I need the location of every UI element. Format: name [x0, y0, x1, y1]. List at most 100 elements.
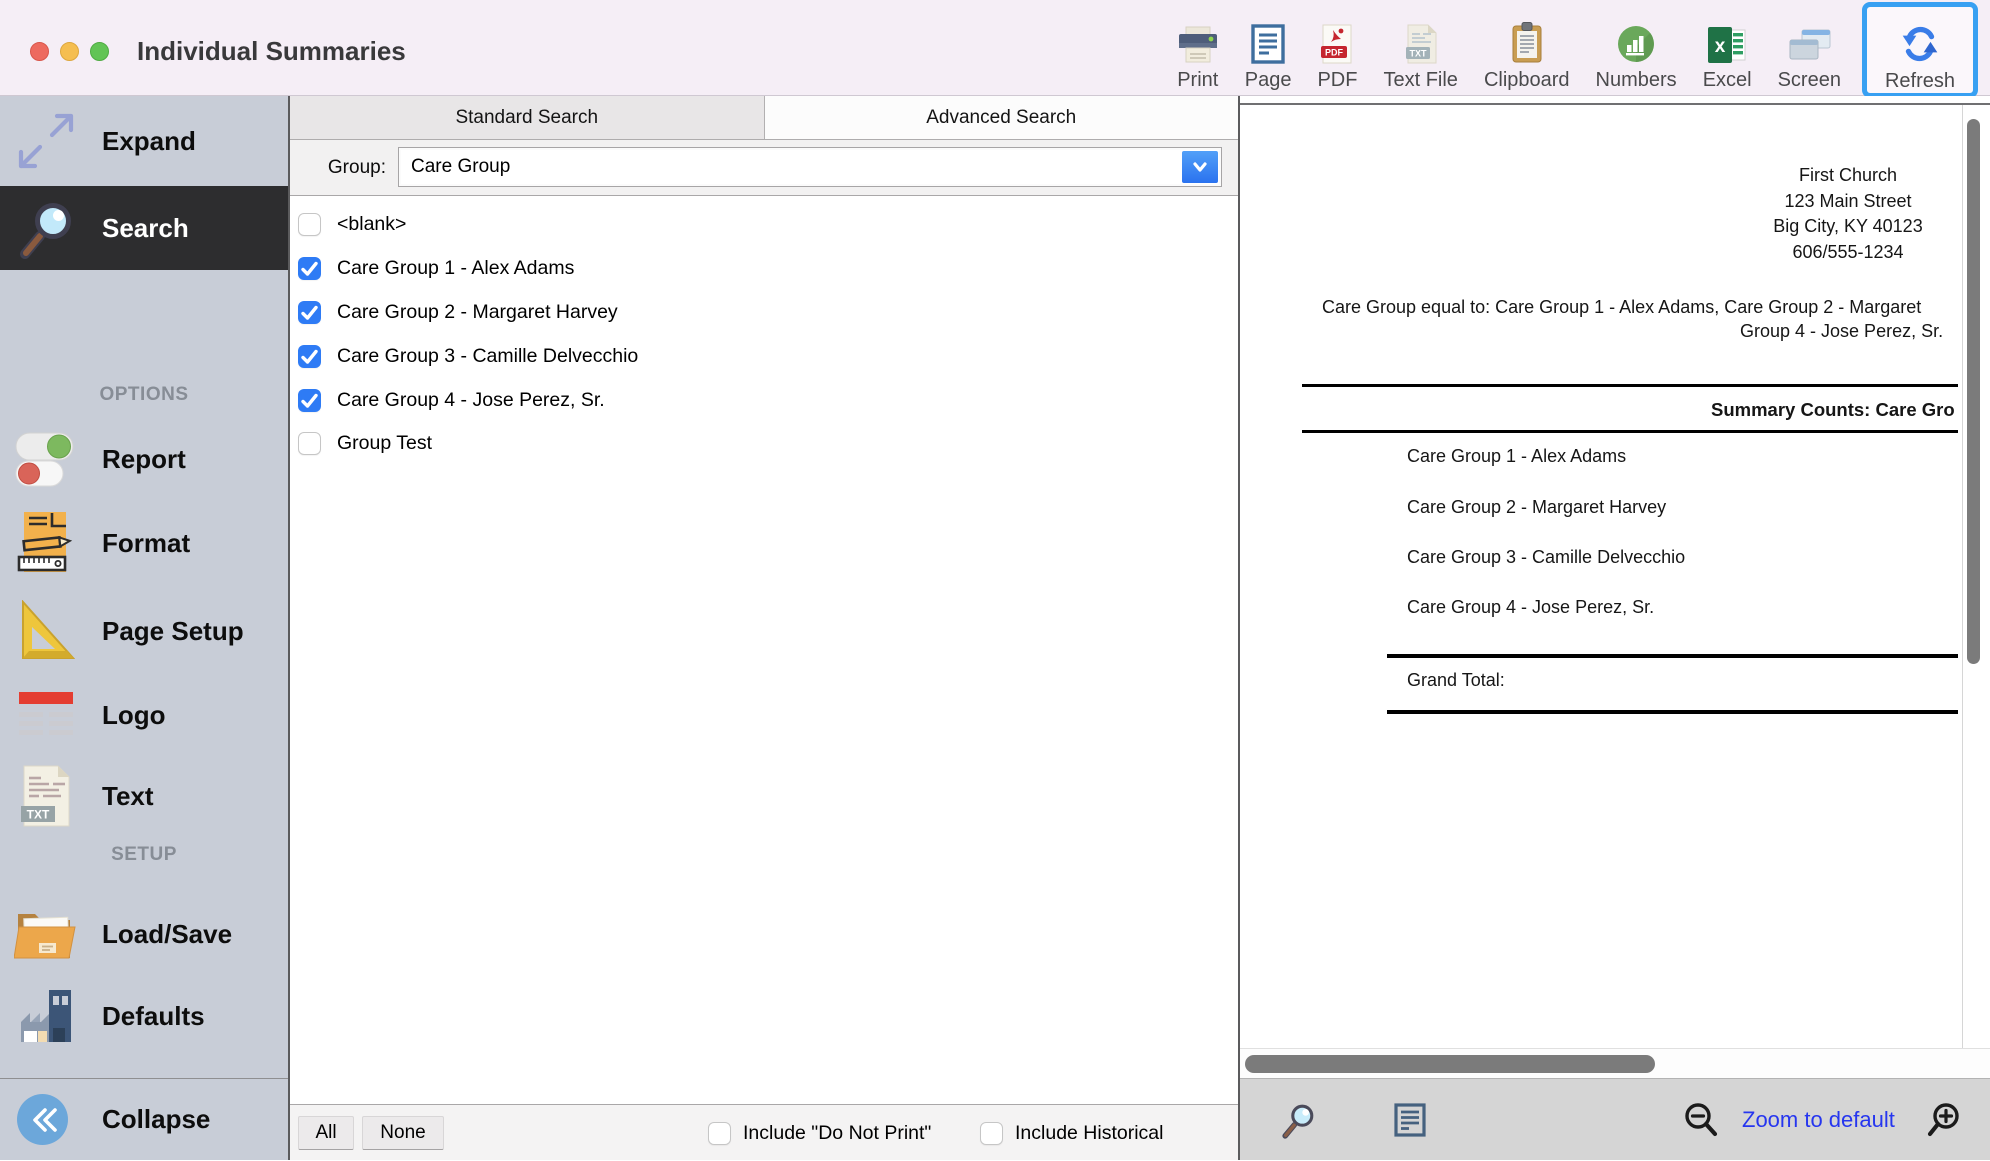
church-phone: 606/555-1234 [1773, 240, 1922, 266]
group-dropdown-value: Care Group [411, 148, 510, 186]
page-setup-icon [12, 600, 80, 662]
sidebar-item-load-save[interactable]: Load/Save [0, 897, 288, 971]
page-setup-label: Page Setup [102, 616, 244, 647]
zoom-to-default-link[interactable]: Zoom to default [1742, 1079, 1895, 1161]
sidebar-item-collapse[interactable]: Collapse [0, 1078, 288, 1160]
select-none-button[interactable]: None [362, 1116, 444, 1150]
search-criteria-line-2: Group 4 - Jose Perez, Sr. [1740, 321, 1943, 342]
clipboard-button[interactable]: Clipboard [1471, 8, 1583, 92]
sidebar-item-report[interactable]: Report [0, 422, 288, 496]
grand-total-rule-bottom [1387, 710, 1958, 714]
checkbox-blank[interactable] [298, 213, 321, 236]
search-criteria-line-1: Care Group equal to: Care Group 1 - Alex… [1322, 297, 1921, 318]
window-title: Individual Summaries [137, 36, 406, 67]
format-label: Format [102, 528, 190, 559]
church-name: First Church [1773, 163, 1922, 189]
page-icon [1251, 18, 1285, 68]
numbers-label: Numbers [1596, 68, 1677, 92]
print-label: Print [1177, 68, 1218, 92]
include-do-not-print-label: Include "Do Not Print" [743, 1122, 931, 1145]
document-icon [1394, 1103, 1426, 1137]
search-panel-footer: All None Include "Do Not Print" Include … [290, 1104, 1238, 1160]
text-label: Text [102, 781, 154, 812]
expand-icon [12, 110, 80, 172]
checkbox-include-do-not-print[interactable] [708, 1122, 731, 1145]
preview-page-mode-button[interactable] [1390, 1079, 1430, 1161]
group-option-row[interactable]: Care Group 1 - Alex Adams [298, 246, 574, 290]
zoom-window-button[interactable] [90, 42, 109, 61]
sidebar-item-format[interactable]: Format [0, 506, 288, 580]
group-option-label: <blank> [337, 213, 406, 236]
window-controls [30, 42, 109, 61]
search-panel: Standard Search Advanced Search Group: C… [290, 96, 1240, 1160]
close-window-button[interactable] [30, 42, 49, 61]
horizontal-scrollbar-thumb[interactable] [1245, 1055, 1655, 1073]
zoom-in-button[interactable] [1924, 1079, 1966, 1161]
summary-row: Care Group 4 - Jose Perez, Sr. [1407, 597, 1654, 618]
page-button[interactable]: Page [1232, 8, 1305, 92]
screen-label: Screen [1778, 68, 1841, 92]
sidebar-item-page-setup[interactable]: Page Setup [0, 594, 288, 668]
report-document: First Church 123 Main Street Big City, K… [1240, 105, 1958, 1048]
sidebar-item-logo[interactable]: Logo [0, 678, 288, 752]
group-option-row[interactable]: Group Test [298, 421, 432, 465]
group-option-label: Care Group 1 - Alex Adams [337, 257, 574, 280]
chevron-down-icon[interactable] [1182, 151, 1218, 183]
grand-total-label: Grand Total: [1407, 670, 1505, 691]
church-street: 123 Main Street [1773, 189, 1922, 215]
checkbox-care-group-3[interactable] [298, 345, 321, 368]
group-dropdown[interactable]: Care Group [398, 147, 1222, 187]
refresh-icon [1899, 19, 1941, 69]
text-file-button[interactable]: TXT Text File [1370, 8, 1470, 92]
sidebar-item-text[interactable]: TXT Text [0, 759, 288, 833]
numbers-button[interactable]: Numbers [1583, 8, 1690, 92]
tab-standard-search[interactable]: Standard Search [290, 96, 765, 139]
refresh-button[interactable]: Refresh [1862, 2, 1978, 98]
svg-text:TXT: TXT [27, 808, 50, 822]
report-toggles-icon [12, 430, 80, 488]
group-option-row[interactable]: Care Group 4 - Jose Perez, Sr. [298, 378, 605, 422]
preview-search-mode-button[interactable] [1276, 1079, 1320, 1161]
excel-button[interactable]: x Excel [1690, 8, 1765, 92]
summary-rule-under-heading [1302, 430, 1958, 433]
summary-row: Care Group 1 - Alex Adams [1407, 446, 1626, 467]
select-all-button[interactable]: All [298, 1116, 354, 1150]
include-historical-option[interactable]: Include Historical [980, 1105, 1163, 1161]
zoom-out-button[interactable] [1680, 1079, 1722, 1161]
page-label: Page [1245, 68, 1292, 92]
minimize-window-button[interactable] [60, 42, 79, 61]
refresh-label: Refresh [1885, 69, 1955, 93]
grand-total-rule-top [1387, 654, 1958, 658]
magnifier-icon [1279, 1101, 1317, 1139]
checkbox-include-historical[interactable] [980, 1122, 1003, 1145]
tab-advanced-search[interactable]: Advanced Search [765, 96, 1239, 139]
checkbox-care-group-4[interactable] [298, 389, 321, 412]
preview-status-bar: Zoom to default [1240, 1078, 1990, 1160]
screen-button[interactable]: Screen [1765, 8, 1854, 92]
vertical-scrollbar[interactable] [1962, 105, 1984, 1048]
group-option-label: Group Test [337, 432, 432, 455]
vertical-scrollbar-thumb[interactable] [1967, 119, 1980, 664]
logo-icon [12, 690, 80, 740]
checkbox-care-group-1[interactable] [298, 257, 321, 280]
horizontal-scrollbar[interactable] [1240, 1048, 1990, 1078]
collapse-icon [17, 1094, 68, 1145]
sidebar-item-defaults[interactable]: Defaults [0, 979, 288, 1053]
group-option-label: Care Group 2 - Margaret Harvey [337, 301, 618, 324]
checkbox-group-test[interactable] [298, 432, 321, 455]
pdf-button[interactable]: PDF PDF [1304, 8, 1370, 92]
zoom-in-icon [1926, 1101, 1964, 1139]
sidebar-item-expand[interactable]: Expand [0, 96, 288, 186]
svg-text:TXT: TXT [1409, 49, 1427, 59]
checkbox-care-group-2[interactable] [298, 301, 321, 324]
include-do-not-print-option[interactable]: Include "Do Not Print" [708, 1105, 931, 1161]
group-option-row[interactable]: Care Group 2 - Margaret Harvey [298, 290, 618, 334]
group-option-row[interactable]: <blank> [298, 202, 406, 246]
factory-icon [12, 988, 80, 1044]
excel-label: Excel [1703, 68, 1752, 92]
sidebar-item-search[interactable]: Search [0, 186, 288, 270]
text-file-label: Text File [1383, 68, 1457, 92]
group-option-row[interactable]: Care Group 3 - Camille Delvecchio [298, 334, 638, 378]
expand-label: Expand [102, 126, 196, 157]
print-button[interactable]: Print [1164, 8, 1232, 92]
